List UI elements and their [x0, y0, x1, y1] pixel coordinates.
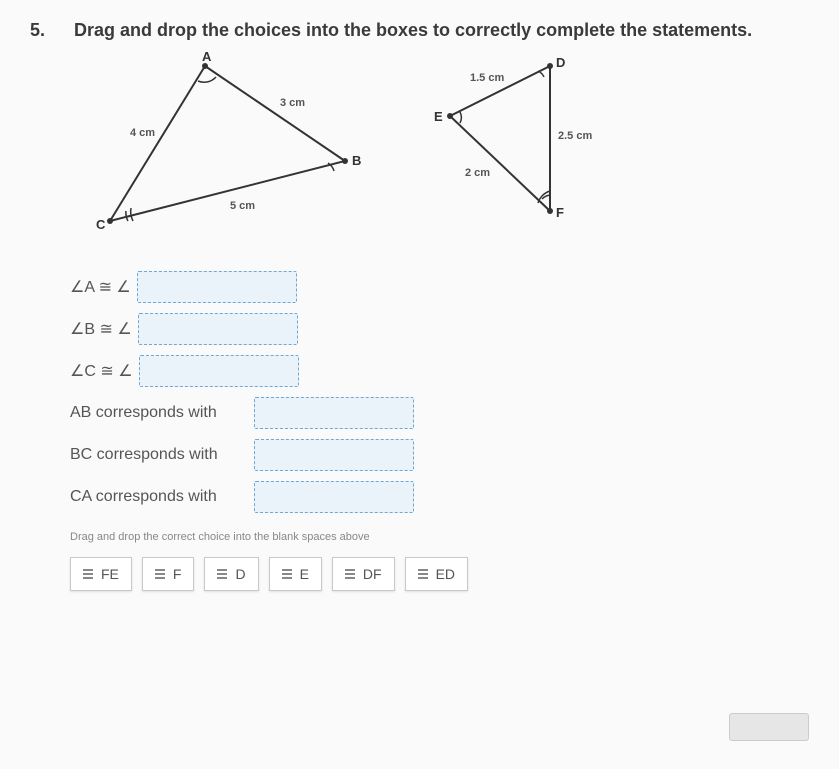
drag-handle-icon [217, 569, 227, 579]
side-ed-label: 1.5 cm [470, 72, 504, 84]
choice-label: ED [436, 566, 455, 582]
vertex-d-label: D [556, 55, 565, 70]
drag-handle-icon [83, 569, 93, 579]
choice-d[interactable]: D [204, 557, 258, 591]
drag-handle-icon [418, 569, 428, 579]
statement-side-ca: CA corresponds with [70, 488, 248, 506]
side-cb-label: 5 cm [230, 200, 255, 212]
choice-ed[interactable]: ED [405, 557, 468, 591]
choice-label: F [173, 566, 182, 582]
drag-handle-icon [345, 569, 355, 579]
statement-side-bc: BC corresponds with [70, 446, 248, 464]
vertex-c-label: C [96, 217, 106, 232]
drag-handle-icon [282, 569, 292, 579]
vertex-e-label: E [434, 109, 443, 124]
choice-df[interactable]: DF [332, 557, 395, 591]
diagram-area: A B C 4 cm 3 cm 5 cm D E F 1.5 cm 2 cm 2… [90, 51, 809, 251]
statement-angle-b: ∠B ≅ ∠ [70, 319, 132, 339]
choice-fe[interactable]: FE [70, 557, 132, 591]
drop-target-angle-b[interactable] [138, 313, 298, 345]
statements-block: ∠A ≅ ∠ ∠B ≅ ∠ ∠C ≅ ∠ AB corresponds with… [70, 271, 809, 513]
triangle-abc: A B C 4 cm 3 cm 5 cm [90, 51, 390, 251]
statement-angle-a: ∠A ≅ ∠ [70, 277, 131, 297]
statement-side-ab: AB corresponds with [70, 404, 248, 422]
vertex-a-label: A [202, 51, 212, 64]
triangle-def: D E F 1.5 cm 2 cm 2.5 cm [410, 51, 610, 231]
statement-angle-c: ∠C ≅ ∠ [70, 361, 133, 381]
footer-button[interactable] [729, 713, 809, 741]
choice-e[interactable]: E [269, 557, 322, 591]
choice-label: FE [101, 566, 119, 582]
drag-hint-text: Drag and drop the correct choice into th… [70, 531, 809, 543]
side-ef-label: 2 cm [465, 167, 490, 179]
vertex-b-label: B [352, 153, 361, 168]
problem-number: 5. [30, 20, 54, 41]
side-df-label: 2.5 cm [558, 130, 592, 142]
choice-label: D [235, 566, 245, 582]
choice-label: DF [363, 566, 382, 582]
drop-target-angle-c[interactable] [139, 355, 299, 387]
vertex-f-label: F [556, 205, 564, 220]
choice-f[interactable]: F [142, 557, 195, 591]
problem-instruction: Drag and drop the choices into the boxes… [74, 20, 809, 41]
choices-row: FE F D E DF ED [70, 557, 809, 591]
drop-target-side-bc[interactable] [254, 439, 414, 471]
side-ab-label: 3 cm [280, 97, 305, 109]
drag-handle-icon [155, 569, 165, 579]
drop-target-side-ca[interactable] [254, 481, 414, 513]
drop-target-side-ab[interactable] [254, 397, 414, 429]
drop-target-angle-a[interactable] [137, 271, 297, 303]
side-ac-label: 4 cm [130, 127, 155, 139]
choice-label: E [300, 566, 309, 582]
